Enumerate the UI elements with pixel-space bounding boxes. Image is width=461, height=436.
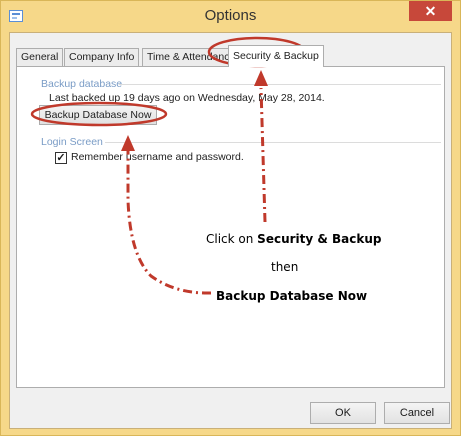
tab-general[interactable]: General [16, 48, 64, 66]
annotation-step2: Backup Database Now [216, 289, 367, 303]
backup-group-divider [119, 84, 441, 85]
window-title: Options [204, 7, 257, 24]
remember-label: Remember username and password. [71, 151, 244, 163]
login-group-label: Login Screen [41, 136, 103, 148]
annotation-step1-prefix: Click on [206, 232, 258, 246]
title-bar: Options ✕ [1, 1, 460, 32]
cancel-button[interactable]: Cancel [384, 402, 450, 424]
ok-button[interactable]: OK [310, 402, 376, 424]
annotation-then: then [271, 260, 299, 274]
remember-checkbox[interactable]: ✓ [55, 152, 67, 164]
login-group-divider [105, 142, 441, 143]
annotation-step1-target: Security & Backup [257, 232, 382, 246]
tab-time-attendance[interactable]: Time & Attendance [142, 48, 241, 66]
annotation-step1: Click on Security & Backup [206, 232, 382, 246]
annotation-step2-target: Backup Database Now [216, 289, 368, 303]
options-window: Options ✕ General Company Info Time & At… [0, 0, 461, 436]
tab-security-backup[interactable]: Security & Backup [228, 45, 324, 67]
backup-database-now-button[interactable]: Backup Database Now [39, 105, 157, 125]
last-backup-text: Last backed up 19 days ago on Wednesday,… [49, 92, 325, 104]
tab-company-info[interactable]: Company Info [64, 48, 140, 66]
backup-group-label: Backup database [41, 78, 123, 90]
checkmark-icon: ✓ [56, 152, 66, 164]
close-button[interactable]: ✕ [409, 1, 452, 21]
